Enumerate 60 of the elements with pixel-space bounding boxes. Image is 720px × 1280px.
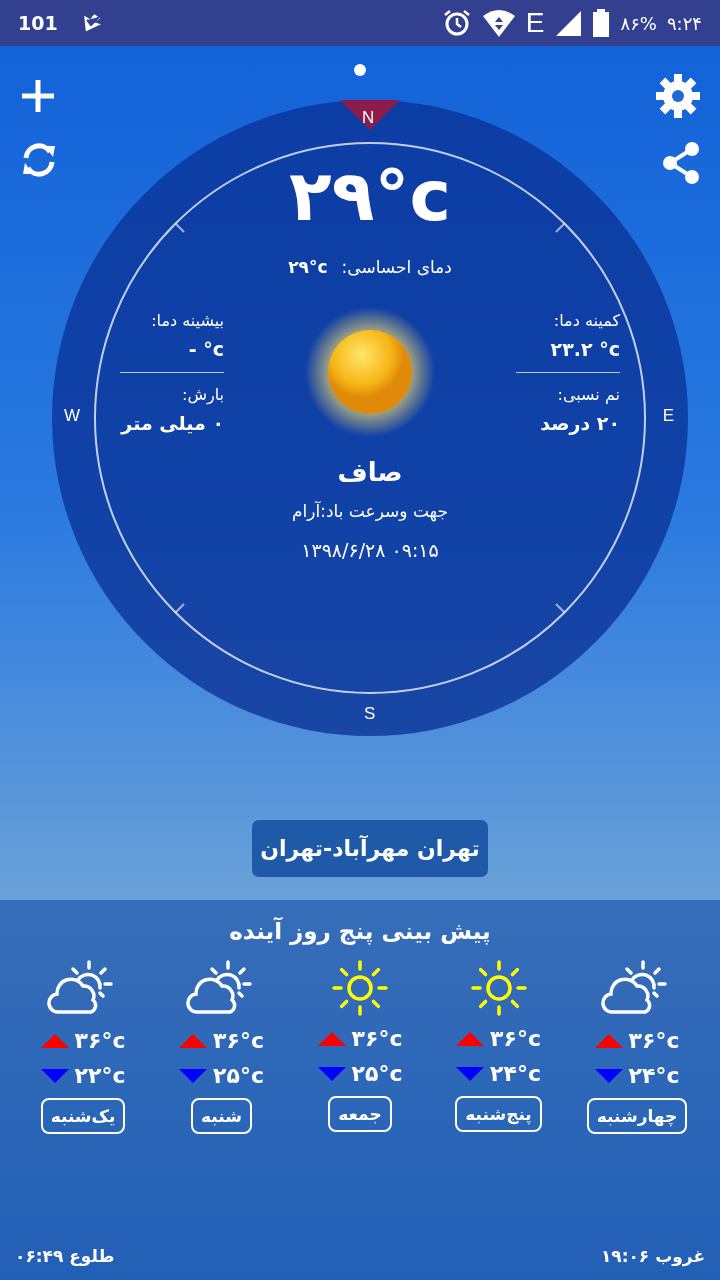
- sunrise-time: طلوع ۰۶:۴۹: [15, 1246, 115, 1266]
- high-temp: ۳۶°c: [490, 1026, 541, 1051]
- low-temp: ۲۵°c: [213, 1063, 264, 1088]
- high-temp: ۳۶°c: [628, 1028, 680, 1053]
- high-arrow-icon: [317, 1031, 346, 1046]
- share-icon[interactable]: [661, 141, 701, 185]
- wind-info: جهت وسرعت باد:آرام: [292, 501, 448, 521]
- compass-south-label: S: [364, 704, 376, 724]
- low-temp: ۲۵°c: [351, 1061, 403, 1086]
- clock-time: ۹:۲۴: [666, 12, 702, 34]
- low-temp: ۲۲°c: [74, 1063, 126, 1088]
- battery-percent: ۸۶%: [620, 12, 657, 34]
- high-arrow-icon: [456, 1031, 485, 1046]
- weather-condition: صاف: [337, 457, 403, 487]
- feels-like-label: دمای احساسی:: [341, 257, 452, 277]
- precipitation-label: بارش:: [182, 384, 224, 404]
- wifi-icon: [481, 8, 516, 38]
- compass-north-label: N: [362, 108, 375, 128]
- low-arrow-icon: [317, 1066, 346, 1081]
- high-temp: ۳۶°c: [351, 1026, 403, 1051]
- add-icon[interactable]: [20, 78, 56, 114]
- update-datetime: ۰۹:۱۵ ۱۳۹۸/۶/۲۸: [301, 539, 439, 561]
- north-marker-icon: [340, 100, 400, 130]
- location-button[interactable]: تهران مهرآباد-تهران: [252, 820, 488, 877]
- signal-icon: [554, 9, 583, 37]
- feels-like-value: ۲۹°c: [288, 257, 328, 277]
- battery-icon: [592, 8, 611, 38]
- day-button[interactable]: شنبه: [191, 1098, 252, 1134]
- day-button[interactable]: پنج‌شنبه: [455, 1096, 542, 1132]
- min-temp-value: ۲۳.۲ °c: [550, 337, 620, 360]
- current-temperature: ۲۹°c: [289, 158, 451, 235]
- low-arrow-icon: [40, 1068, 69, 1083]
- high-temp: ۳۶°c: [213, 1028, 264, 1053]
- min-temp-label: کمینه دما:: [553, 310, 620, 330]
- day-button[interactable]: یک‌شنبه: [40, 1098, 126, 1134]
- forecast-title: پیش بینی پنج روز آینده: [229, 918, 491, 944]
- high-arrow-icon: [40, 1033, 69, 1048]
- low-temp: ۲۴°c: [490, 1061, 541, 1086]
- low-temp: ۲۴°c: [628, 1063, 680, 1088]
- max-temp-label: بیشینه دما:: [151, 310, 224, 330]
- humidity-value: ۲۰ درصد: [540, 411, 620, 434]
- high-arrow-icon: [179, 1033, 208, 1048]
- max-temp-value: - °c: [188, 337, 224, 360]
- compass-east-label: E: [662, 406, 674, 426]
- settings-icon[interactable]: [655, 73, 701, 119]
- day-button[interactable]: جمعه: [328, 1096, 392, 1132]
- day-button[interactable]: چهارشنبه: [586, 1098, 688, 1134]
- page-indicator-dot: [354, 64, 366, 76]
- compass-west-label: W: [64, 406, 81, 426]
- high-arrow-icon: [594, 1033, 623, 1048]
- network-type-label: E: [525, 7, 545, 39]
- precipitation-value: ۰ میلی متر: [121, 411, 224, 434]
- sunset-time: غروب ۱۹:۰۶: [600, 1246, 705, 1266]
- low-arrow-icon: [456, 1066, 485, 1081]
- low-arrow-icon: [594, 1068, 623, 1083]
- high-temp: ۳۶°c: [74, 1028, 126, 1053]
- notification-count: 101: [18, 12, 58, 34]
- low-arrow-icon: [179, 1068, 208, 1083]
- humidity-label: نم نسبی:: [557, 384, 620, 404]
- sun-icon: [329, 960, 391, 1016]
